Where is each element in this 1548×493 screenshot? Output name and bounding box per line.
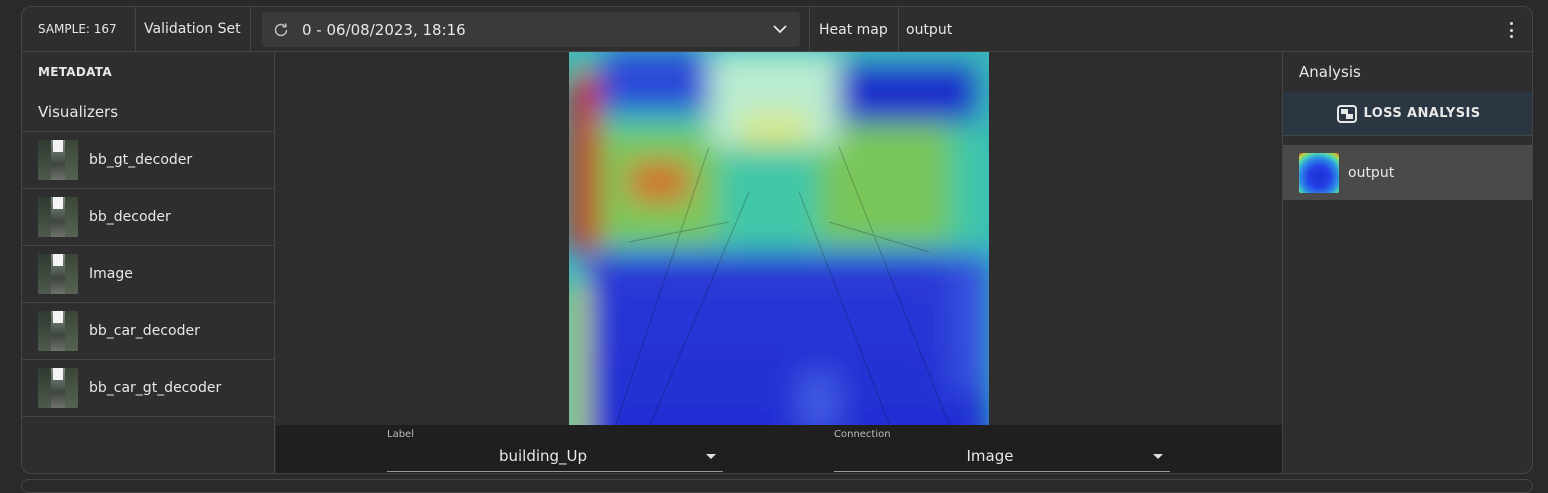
view-mode[interactable]: Heat map	[809, 7, 899, 52]
metadata-heading[interactable]: METADATA	[22, 52, 274, 92]
chevron-down-icon[interactable]	[772, 21, 788, 37]
sample-index: SAMPLE: 167	[22, 7, 136, 52]
output-thumbnail	[1299, 152, 1339, 193]
output-label: output	[1348, 164, 1395, 181]
connection-select[interactable]: Image	[834, 447, 1146, 465]
control-bar: Label building_Up Connection Image	[276, 425, 1282, 473]
visualizer-thumbnail	[38, 311, 78, 351]
visualizer-label: Image	[89, 266, 133, 282]
visualizer-item[interactable]: bb_car_decoder	[22, 303, 274, 360]
visualizer-thumbnail	[38, 368, 78, 408]
analysis-heading: Analysis	[1299, 63, 1361, 81]
visualizer-label: bb_car_gt_decoder	[89, 380, 222, 396]
kebab-menu-icon[interactable]	[1502, 20, 1520, 40]
visualizer-item[interactable]: Image	[22, 246, 274, 303]
loss-analysis-button[interactable]: LOSS ANALYSIS	[1283, 92, 1532, 136]
label-underline	[387, 471, 723, 472]
loss-analysis-label: LOSS ANALYSIS	[1363, 106, 1481, 121]
connection-underline	[834, 471, 1170, 472]
visualizer-label: bb_car_decoder	[89, 323, 200, 339]
visualizer-thumbnail	[38, 254, 78, 294]
right-sidebar: Analysis LOSS ANALYSIS output	[1282, 52, 1532, 473]
caret-down-icon[interactable]	[1153, 454, 1163, 459]
output-item[interactable]: output	[1283, 145, 1532, 200]
left-sidebar: METADATA Visualizers bb_gt_decoder bb_de…	[22, 52, 275, 473]
session-select[interactable]: 0 - 06/08/2023, 18:16	[262, 12, 800, 47]
visualizer-label: bb_decoder	[89, 209, 171, 225]
sample-viewer-panel: SAMPLE: 167 Validation Set 0 - 06/08/202…	[21, 6, 1533, 474]
label-select[interactable]: building_Up	[387, 447, 699, 465]
session-value: 0 - 06/08/2023, 18:16	[302, 20, 466, 39]
loss-analysis-icon	[1336, 104, 1357, 123]
lower-panel-edge	[21, 479, 1533, 493]
dataset-name: Validation Set	[136, 7, 251, 52]
refresh-icon[interactable]	[272, 21, 290, 39]
visualizer-item[interactable]: bb_car_gt_decoder	[22, 360, 274, 417]
main-viewer: Label building_Up Connection Image	[276, 52, 1282, 473]
visualizer-item[interactable]: bb_decoder	[22, 189, 274, 246]
visualizer-thumbnail	[38, 197, 78, 237]
visualizers-heading: Visualizers	[22, 92, 274, 132]
top-bar: SAMPLE: 167 Validation Set 0 - 06/08/202…	[22, 7, 1532, 52]
view-target[interactable]: output	[906, 7, 952, 52]
connection-caption: Connection	[834, 429, 891, 440]
label-caption: Label	[387, 429, 414, 440]
visualizer-thumbnail	[38, 140, 78, 180]
visualizer-label: bb_gt_decoder	[89, 152, 193, 168]
visualizer-item[interactable]: bb_gt_decoder	[22, 132, 274, 189]
heatmap-image[interactable]	[569, 52, 989, 473]
caret-down-icon[interactable]	[706, 454, 716, 459]
